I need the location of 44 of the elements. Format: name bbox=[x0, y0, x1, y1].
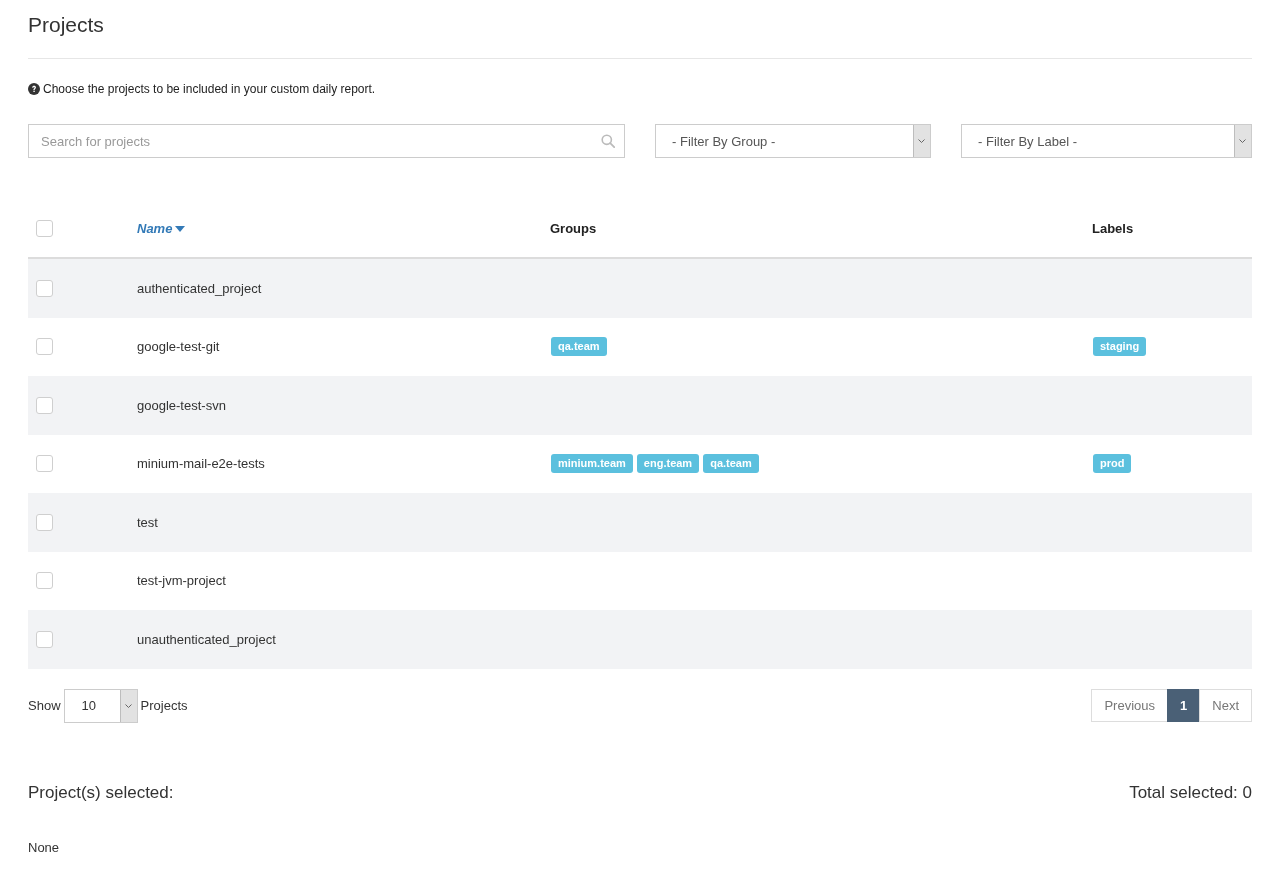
project-name: google-test-git bbox=[137, 339, 220, 355]
search-field[interactable]: Search for projects bbox=[28, 124, 625, 158]
total-selected: Total selected: 0 bbox=[1129, 781, 1252, 804]
project-name: minium-mail-e2e-tests bbox=[137, 456, 265, 472]
project-name: google-test-svn bbox=[137, 397, 226, 413]
project-name: authenticated_project bbox=[137, 280, 262, 296]
select-all-checkbox[interactable] bbox=[36, 220, 53, 237]
project-name: test-jvm-project bbox=[137, 573, 226, 589]
search-icon bbox=[601, 134, 615, 148]
row-checkbox[interactable] bbox=[36, 396, 53, 414]
column-header: Groups bbox=[550, 221, 597, 236]
page-size-select[interactable]: 10 bbox=[63, 688, 138, 723]
row-checkbox[interactable] bbox=[36, 572, 53, 590]
row-checkbox[interactable] bbox=[36, 455, 53, 473]
pagination-button[interactable]: Next bbox=[1199, 689, 1252, 722]
project-name: unauthenticated_project bbox=[137, 631, 276, 647]
info-text: Choose the projects to be included in your custom daily report. bbox=[43, 81, 376, 98]
pagination-button[interactable]: 1 bbox=[1167, 689, 1201, 722]
caret-down-icon bbox=[175, 225, 186, 232]
row-checkbox[interactable] bbox=[36, 630, 53, 648]
filter-select[interactable]: - Filter By Label - bbox=[961, 124, 1252, 158]
chevron-down-icon bbox=[913, 125, 930, 157]
row-checkbox[interactable] bbox=[36, 513, 53, 531]
row-checkbox[interactable] bbox=[36, 338, 53, 356]
column-header: Labels bbox=[1092, 221, 1134, 236]
label-tag: staging bbox=[1093, 337, 1147, 357]
projects-label: Projects bbox=[140, 698, 188, 713]
selection-empty-text: None bbox=[28, 838, 60, 857]
row-checkbox[interactable] bbox=[36, 279, 53, 297]
selection-title: Project(s) selected: bbox=[28, 781, 174, 804]
help-icon bbox=[28, 83, 40, 95]
group-tag: qa.team bbox=[551, 337, 607, 357]
pagination-button[interactable]: Previous bbox=[1091, 689, 1169, 722]
page-title: Projects bbox=[28, 12, 104, 38]
chevron-down-icon bbox=[119, 689, 137, 722]
chevron-down-icon bbox=[1234, 125, 1251, 157]
label-tag: prod bbox=[1093, 454, 1132, 474]
sort-column-header[interactable]: Name bbox=[137, 221, 186, 236]
project-name: test bbox=[137, 514, 158, 530]
filter-select[interactable]: - Filter By Group - bbox=[655, 124, 931, 158]
group-tag: qa.team bbox=[703, 454, 759, 474]
show-label: Show bbox=[28, 698, 61, 713]
group-tag: minium.team bbox=[551, 454, 633, 474]
group-tag: eng.team bbox=[636, 454, 700, 474]
